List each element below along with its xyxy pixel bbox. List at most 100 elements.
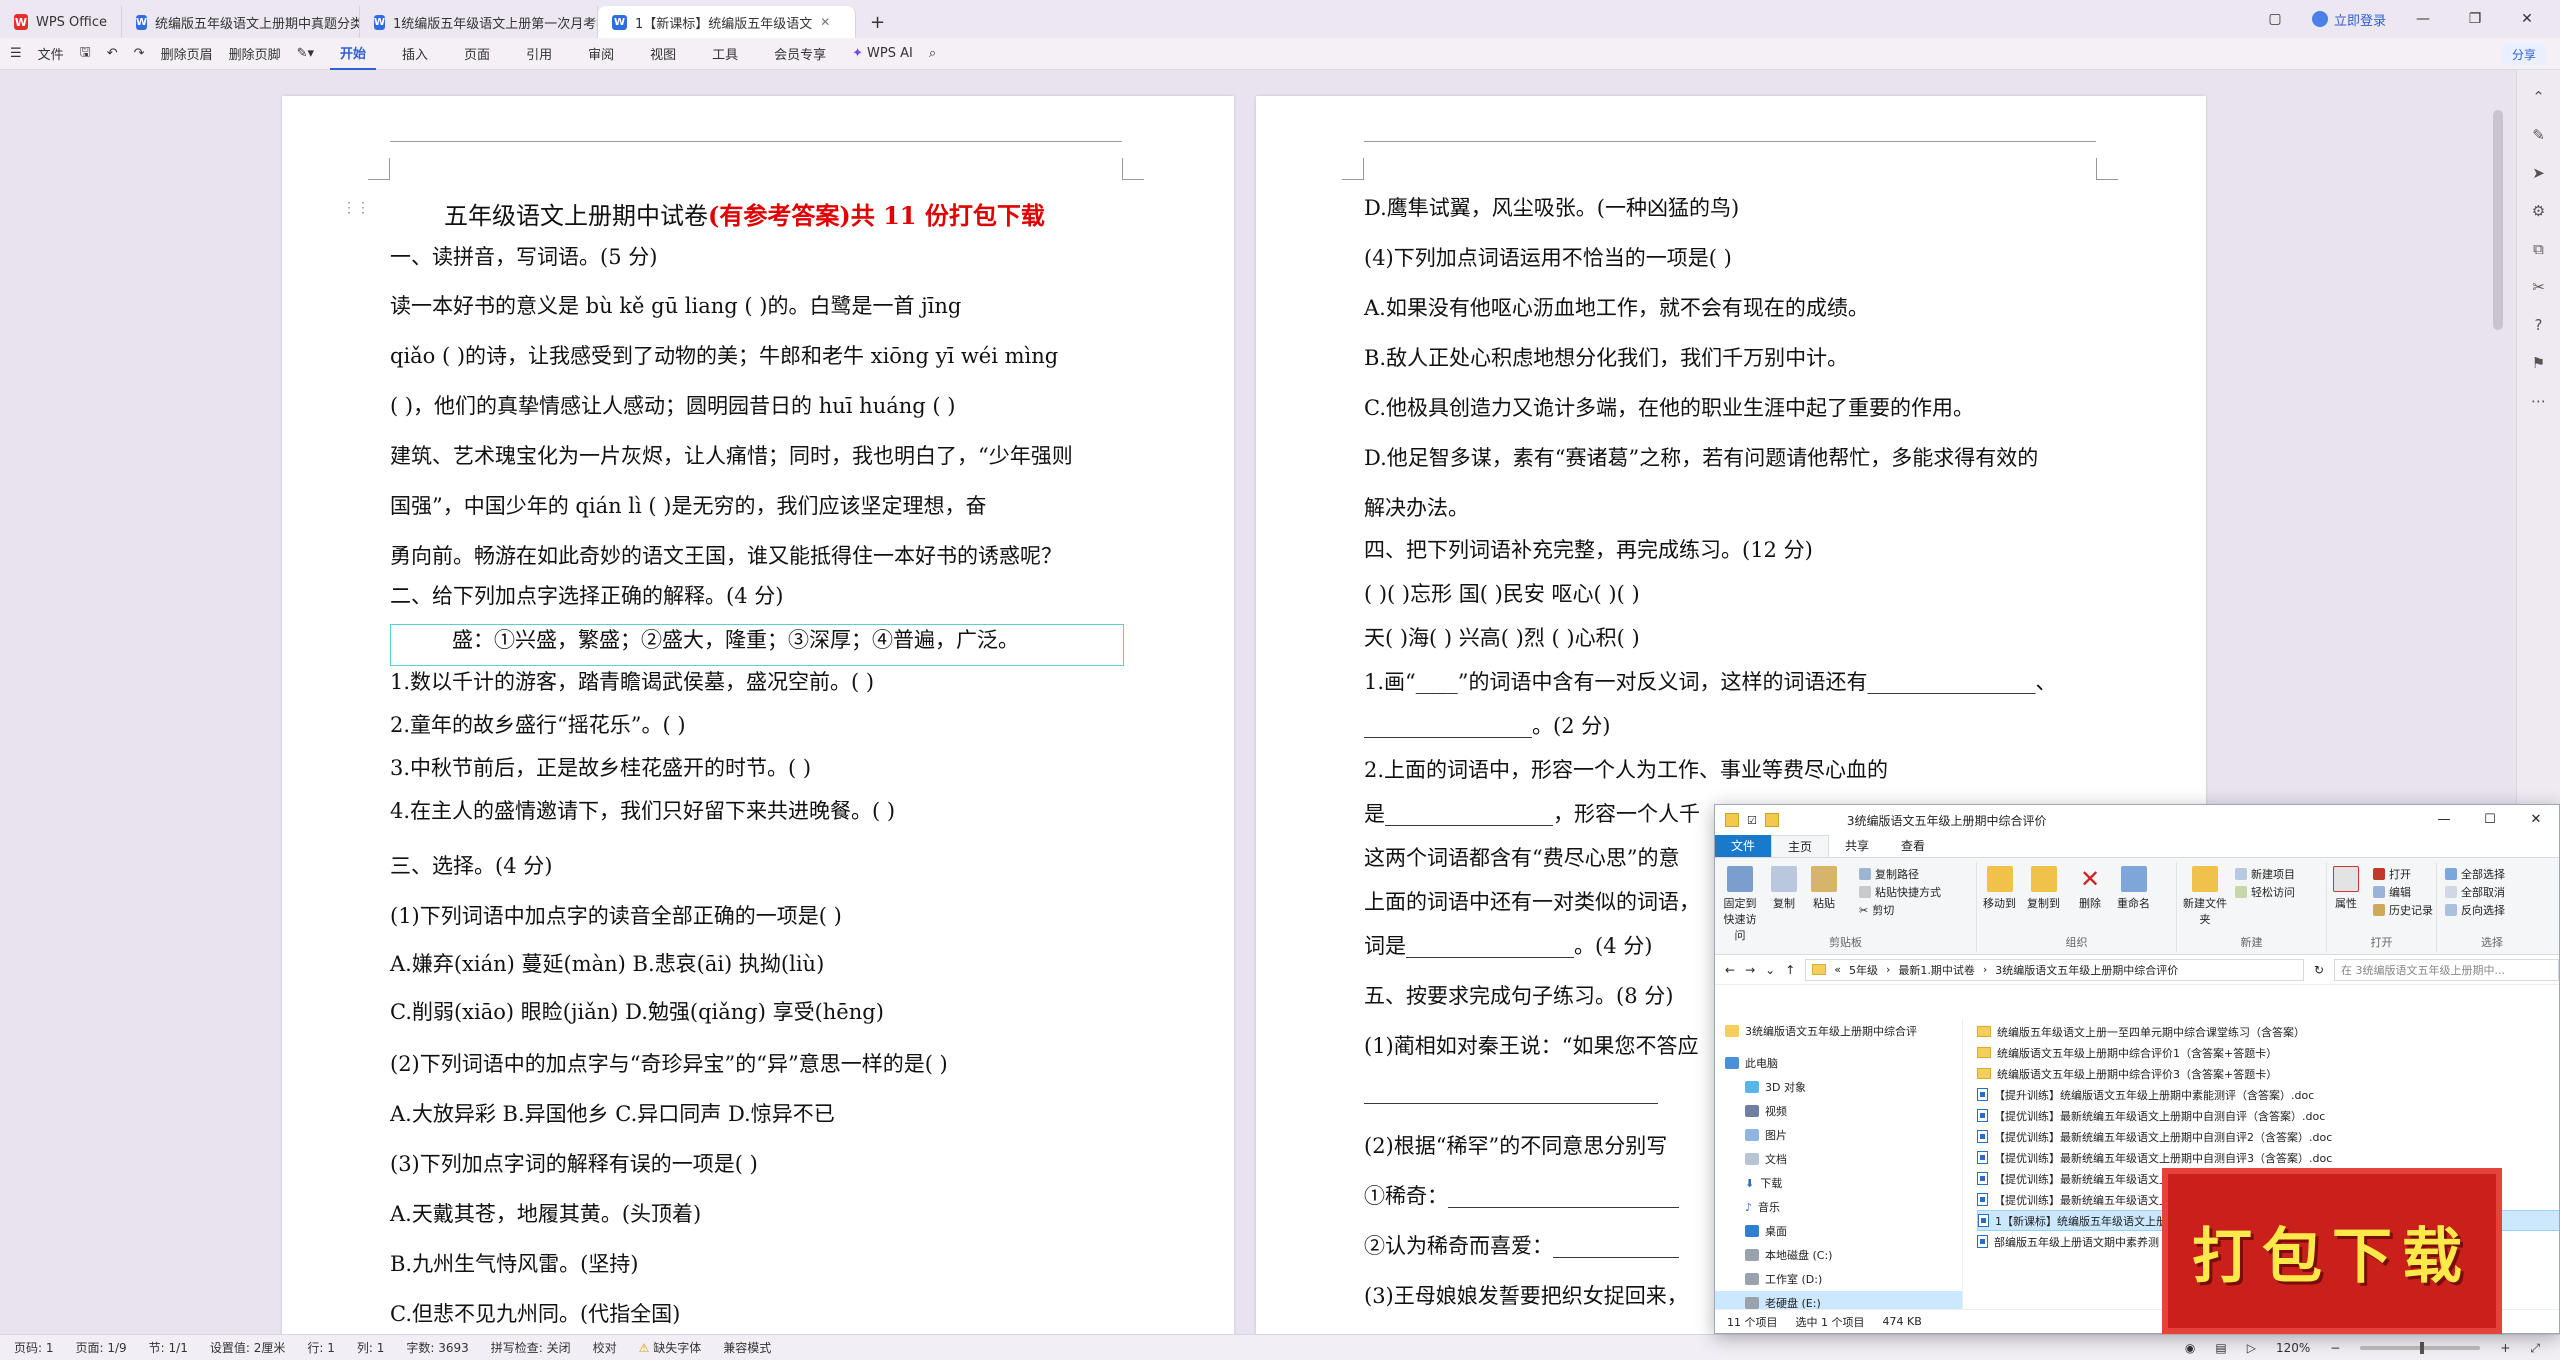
vertical-scrollbar[interactable] — [2493, 110, 2503, 330]
layout-icon[interactable]: ▢ — [2260, 11, 2290, 27]
maximize-icon[interactable]: ☐ — [2467, 805, 2513, 835]
tab-insert[interactable]: 插入 — [392, 38, 438, 70]
collapse-icon[interactable]: ⌃ — [2529, 88, 2549, 108]
delete-header-button[interactable]: 删除页眉 — [161, 44, 213, 63]
new-tab-button[interactable]: + — [856, 6, 899, 38]
search-box[interactable]: 在 3统编版语文五年级上册期中... — [2334, 958, 2559, 981]
zoom-out-icon[interactable]: − — [2330, 1341, 2340, 1355]
save-icon[interactable]: 🖫 — [80, 43, 91, 65]
tab-document-2[interactable]: W 1统编版五年级语文上册第一次月考检 — [360, 6, 598, 38]
more-icon[interactable]: ⋯ — [2529, 392, 2549, 412]
copy-path-button[interactable]: 复制路径 — [1859, 866, 1919, 882]
tab-document-1[interactable]: W 统编版五年级语文上册期中真题分类 — [122, 6, 360, 38]
tab-member[interactable]: 会员专享 — [764, 38, 836, 70]
fit-page-icon[interactable]: ⤢ — [2530, 1341, 2540, 1356]
status-proofread[interactable]: 校对 — [593, 1339, 617, 1356]
file-menu-button[interactable]: 文件 — [38, 44, 64, 63]
delete-button[interactable]: ✕ 删除 — [2077, 866, 2103, 911]
settings-icon[interactable]: ⚙ — [2529, 202, 2549, 222]
cursor-icon[interactable]: ➤ — [2529, 164, 2549, 184]
breadcrumb-item[interactable]: 5年级 — [1849, 962, 1878, 978]
undo-icon[interactable]: ↶ — [107, 46, 118, 61]
status-missing-font[interactable]: ⚠ 缺失字体 — [639, 1339, 702, 1356]
up-icon[interactable]: ↑ — [1785, 963, 1795, 977]
minimize-icon[interactable]: — — [2408, 11, 2438, 27]
nav-item-desktop[interactable]: 桌面 — [1715, 1219, 1962, 1243]
minimize-icon[interactable]: — — [2421, 805, 2467, 835]
refresh-icon[interactable]: ↻ — [2314, 963, 2324, 977]
redo-icon[interactable]: ↷ — [134, 46, 145, 61]
tools-icon[interactable]: ✂ — [2529, 278, 2549, 298]
new-item-button[interactable]: 新建项目 — [2235, 866, 2295, 882]
history-button[interactable]: 历史记录 — [2373, 902, 2433, 918]
list-item[interactable]: 统编版语文五年级上册期中综合评价3（含答案+答题卡） — [1977, 1063, 2559, 1084]
tab-references[interactable]: 引用 — [516, 38, 562, 70]
edit-button[interactable]: 编辑 — [2373, 884, 2411, 900]
select-all-button[interactable]: 全部选择 — [2445, 866, 2505, 882]
tab-review[interactable]: 审阅 — [578, 38, 624, 70]
share-screen-icon[interactable]: ⧉ — [2529, 240, 2549, 260]
view-mode-icon[interactable]: ▤ — [2215, 1341, 2226, 1355]
close-window-icon[interactable]: ✕ — [2512, 11, 2542, 27]
tab-view[interactable]: 查看 — [1885, 835, 1941, 857]
edit-mode-icon[interactable]: ✎▾ — [297, 46, 314, 61]
nav-item-pictures[interactable]: 图片 — [1715, 1123, 1962, 1147]
status-wordcount[interactable]: 字数: 3693 — [406, 1339, 468, 1356]
nav-item-music[interactable]: ♪ 音乐 — [1715, 1195, 1962, 1219]
nav-item-downloads[interactable]: ⬇ 下载 — [1715, 1171, 1962, 1195]
forward-icon[interactable]: → — [1745, 963, 1755, 977]
copy-to-button[interactable]: 复制到 — [2027, 866, 2060, 911]
recent-dropdown-icon[interactable]: ⌄ — [1765, 963, 1775, 977]
copy-button[interactable]: 复制 — [1771, 866, 1797, 911]
tab-file[interactable]: 文件 — [1715, 835, 1772, 857]
close-window-icon[interactable]: ✕ — [2513, 805, 2559, 835]
back-icon[interactable]: ← — [1725, 963, 1735, 977]
zoom-slider-knob[interactable] — [2420, 1342, 2425, 1354]
nav-item-drive-d[interactable]: 工作室 (D:) — [1715, 1267, 1962, 1291]
drag-handle-icon[interactable]: ⋮⋮ — [342, 200, 370, 216]
pen-icon[interactable]: ✎ — [2529, 126, 2549, 146]
login-button[interactable]: 立即登录 — [2311, 10, 2386, 29]
status-pages[interactable]: 页面: 1/9 — [76, 1339, 127, 1356]
tab-document-active[interactable]: W 1【新课标】统编版五年级语文 ✕ — [598, 6, 856, 38]
tab-tools[interactable]: 工具 — [702, 38, 748, 70]
menu-icon[interactable]: ☰ — [10, 46, 22, 61]
share-button[interactable]: 分享 — [2501, 43, 2546, 65]
list-item[interactable]: 统编版五年级语文上册一至四单元期中综合课堂练习（含答案） — [1977, 1021, 2559, 1042]
bookmark-icon[interactable]: ⚑ — [2529, 354, 2549, 374]
nav-item-drive-e[interactable]: 老硬盘 (E:) — [1715, 1291, 1962, 1309]
status-spellcheck[interactable]: 拼写检查: 关闭 — [491, 1339, 571, 1356]
list-item[interactable]: 【提优训练】最新统编五年级语文上册期中自测自评3（含答案）.doc — [1977, 1147, 2559, 1168]
nav-item-drive-c[interactable]: 本地磁盘 (C:) — [1715, 1243, 1962, 1267]
move-to-button[interactable]: 移动到 — [1983, 866, 2016, 911]
eye-icon[interactable]: ◉ — [2185, 1341, 2195, 1355]
select-none-button[interactable]: 全部取消 — [2445, 884, 2505, 900]
wps-ai-button[interactable]: ✦ WPS AI — [852, 46, 913, 61]
list-item[interactable]: 【提优训练】最新统编五年级语文上册期中自测自评2（含答案）.doc — [1977, 1126, 2559, 1147]
tab-share[interactable]: 共享 — [1829, 835, 1885, 857]
tab-wps-office[interactable]: W WPS Office — [0, 6, 122, 38]
status-page[interactable]: 页码: 1 — [14, 1339, 54, 1356]
list-item[interactable]: 【提升训练】统编版语文五年级上册期中素能测评（含答案）.doc — [1977, 1084, 2559, 1105]
nav-item-current-folder[interactable]: 3统编版语文五年级上册期中综合评 — [1715, 1019, 1962, 1043]
list-item[interactable]: 【提优训练】最新统编五年级语文上册期中自测自评（含答案）.doc — [1977, 1105, 2559, 1126]
close-tab-icon[interactable]: ✕ — [820, 15, 830, 29]
tab-view[interactable]: 视图 — [640, 38, 686, 70]
tab-home[interactable]: 开始 — [330, 38, 377, 70]
tab-page[interactable]: 页面 — [454, 38, 500, 70]
open-button[interactable]: 打开 — [2373, 866, 2411, 882]
rename-button[interactable]: 重命名 — [2117, 866, 2150, 911]
paste-shortcut-button[interactable]: 粘贴快捷方式 — [1859, 884, 1941, 900]
document-page-1[interactable]: ⋮⋮ 五年级语文上册期中试卷(有参考答案)共 11 份打包下载 一、读拼音，写词… — [282, 96, 1234, 1346]
nav-item-videos[interactable]: 视频 — [1715, 1099, 1962, 1123]
properties-button[interactable]: 属性 — [2333, 866, 2359, 911]
new-folder-button[interactable]: 新建文件夹 — [2183, 866, 2227, 927]
pin-quick-access-button[interactable]: 固定到快速访问 — [1719, 866, 1761, 943]
paste-button[interactable]: 粘贴 — [1811, 866, 1837, 911]
address-bar[interactable]: « 5年级 › 最新1.期中试卷 › 3统编版语文五年级上册期中综合评价 — [1805, 958, 2304, 981]
nav-item-this-pc[interactable]: 此电脑 — [1715, 1051, 1962, 1075]
quick-access-check-icon[interactable]: ☑ — [1747, 814, 1757, 827]
breadcrumb-item[interactable]: 最新1.期中试卷 — [1898, 962, 1975, 978]
list-item[interactable]: 统编版语文五年级上册期中综合评价1（含答案+答题卡） — [1977, 1042, 2559, 1063]
restore-icon[interactable]: ❐ — [2460, 11, 2490, 27]
